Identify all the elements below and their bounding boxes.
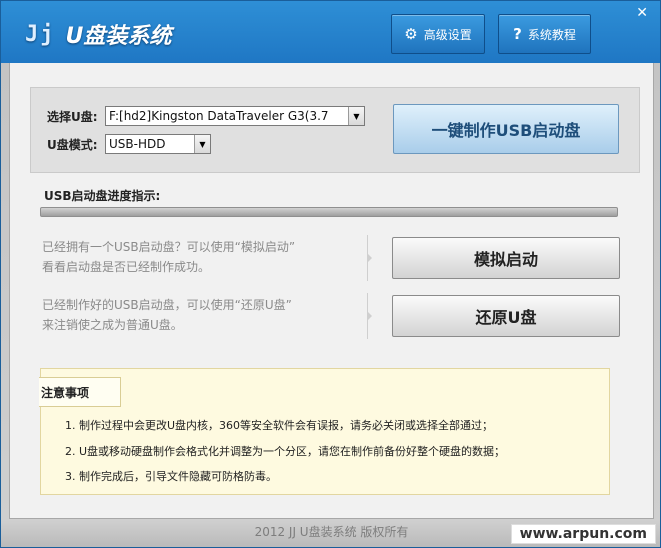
mode-select[interactable]: USB-HDD ▼ — [105, 134, 211, 154]
disk-label: 选择U盘: — [47, 109, 98, 124]
restore-usb-button[interactable]: 还原U盘 — [392, 295, 620, 337]
restore-hint-line2: 来注销使之成为普通U盘。 — [42, 318, 183, 332]
mode-select-value: USB-HDD — [109, 137, 166, 151]
progress-label: USB启动盘进度指示: — [44, 189, 161, 203]
simulate-boot-button[interactable]: 模拟启动 — [392, 237, 620, 279]
progress-bar — [40, 207, 618, 217]
disk-row: 选择U盘: F:[hd2]Kingston DataTraveler G3(3.… — [47, 106, 365, 126]
tutorial-button[interactable]: ? 系统教程 — [498, 14, 591, 54]
simulate-hint: 已经拥有一个USB启动盘？可以使用“模拟启动” 看看启动盘是否已经制作成功。 — [42, 237, 362, 277]
main-panel: 选择U盘: F:[hd2]Kingston DataTraveler G3(3.… — [9, 63, 654, 519]
note-item: 1. 制作过程中会更改U盘内核，360等安全软件会有误报，请务必关闭或选择全部通… — [65, 419, 494, 432]
disk-select-value: F:[hd2]Kingston DataTraveler G3(3.7 — [109, 109, 329, 123]
close-icon[interactable]: ✕ — [636, 5, 648, 21]
note-item: 2. U盘或移动硬盘制作会格式化并调整为一个分区，请您在制作前备份好整个硬盘的数… — [65, 445, 506, 458]
dropdown-arrow-icon[interactable]: ▼ — [194, 135, 210, 153]
notes-title: 注意事项 — [39, 377, 121, 407]
mode-row: U盘模式: USB-HDD ▼ — [47, 134, 211, 154]
logo-mark: Jj — [25, 21, 56, 47]
note-item: 3. 制作完成后，引导文件隐藏可防格防毒。 — [65, 470, 277, 483]
app-title: U盘装系统 — [65, 24, 172, 49]
app-window: Jj U盘装系统 ⚙ 高级设置 ? 系统教程 ✕ 选择U盘: F:[hd2]Ki… — [0, 0, 661, 548]
advanced-settings-button[interactable]: ⚙ 高级设置 — [391, 14, 485, 54]
restore-hint: 已经制作好的USB启动盘，可以使用“还原U盘” 来注销使之成为普通U盘。 — [42, 295, 362, 335]
hint-separator — [360, 293, 372, 339]
restore-hint-line1: 已经制作好的USB启动盘，可以使用“还原U盘” — [42, 298, 292, 312]
simulate-hint-line1: 已经拥有一个USB启动盘？可以使用“模拟启动” — [42, 240, 296, 254]
mode-label: U盘模式: — [47, 137, 98, 152]
notes-panel: 注意事项 1. 制作过程中会更改U盘内核，360等安全软件会有误报，请务必关闭或… — [39, 368, 610, 495]
tutorial-label: 系统教程 — [527, 27, 576, 42]
dropdown-arrow-icon[interactable]: ▼ — [348, 107, 364, 125]
usb-select-panel: 选择U盘: F:[hd2]Kingston DataTraveler G3(3.… — [30, 87, 640, 173]
advanced-settings-label: 高级设置 — [423, 27, 472, 42]
disk-select[interactable]: F:[hd2]Kingston DataTraveler G3(3.7 ▼ — [105, 106, 365, 126]
make-usb-boot-button[interactable]: 一键制作USB启动盘 — [393, 104, 619, 154]
question-icon: ? — [513, 25, 522, 43]
hint-separator — [360, 235, 372, 281]
app-logo: Jj U盘装系统 — [25, 17, 171, 51]
gear-icon: ⚙ — [404, 25, 418, 43]
simulate-hint-line2: 看看启动盘是否已经制作成功。 — [42, 260, 211, 274]
site-watermark: www.arpun.com — [510, 524, 656, 544]
